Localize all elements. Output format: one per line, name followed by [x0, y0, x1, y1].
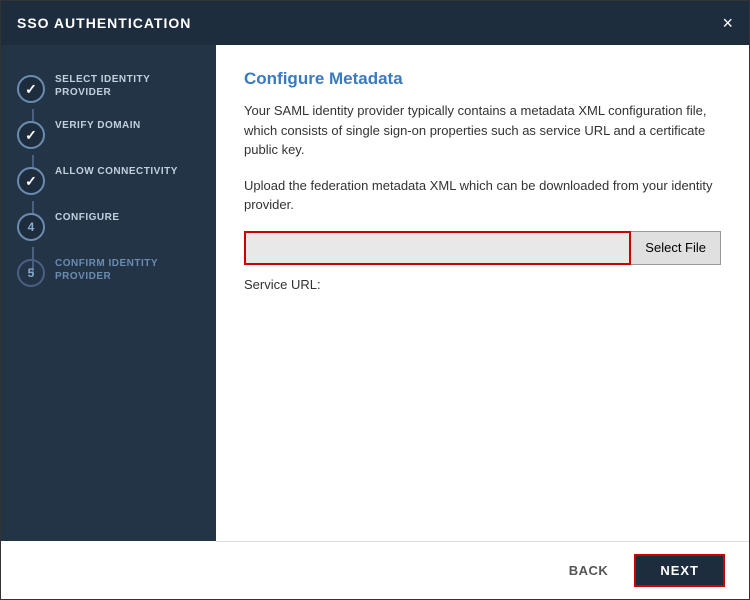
- step-label-4: CONFIGURE: [55, 211, 120, 224]
- step-circle-4: 4: [17, 213, 45, 241]
- checkmark-icon-3: ✓: [25, 173, 37, 190]
- step-label-1: SELECT IDENTITYPROVIDER: [55, 73, 150, 99]
- select-file-button[interactable]: Select File: [631, 231, 721, 265]
- modal-header: SSO AUTHENTICATION ×: [1, 1, 749, 45]
- modal-footer: BACK NEXT: [216, 541, 749, 599]
- modal-title: SSO AUTHENTICATION: [17, 15, 191, 31]
- step-circle-3: ✓: [17, 167, 45, 195]
- step-circle-2: ✓: [17, 121, 45, 149]
- sidebar: ✓ SELECT IDENTITYPROVIDER ✓ VERIFY DOMAI…: [1, 45, 216, 541]
- content-description-2: Upload the federation metadata XML which…: [244, 176, 721, 215]
- close-button[interactable]: ×: [722, 14, 733, 32]
- checkmark-icon-1: ✓: [25, 81, 37, 98]
- step-label-text-4: CONFIGURE: [55, 211, 120, 224]
- step-num-4: 4: [28, 220, 35, 234]
- step-label-2: VERIFY DOMAIN: [55, 119, 141, 132]
- step-label-text-2: VERIFY DOMAIN: [55, 119, 141, 132]
- content-title: Configure Metadata: [244, 69, 721, 89]
- sso-authentication-modal: SSO AUTHENTICATION × ✓ SELECT IDENTITYPR…: [0, 0, 750, 600]
- step-label-text-1: SELECT IDENTITYPROVIDER: [55, 73, 150, 99]
- step-label-text-5: CONFIRM IDENTITYPROVIDER: [55, 257, 158, 283]
- main-content: Configure Metadata Your SAML identity pr…: [216, 45, 749, 541]
- sidebar-item-allow-connectivity: ✓ ALLOW CONNECTIVITY: [1, 157, 216, 203]
- content-description-1: Your SAML identity provider typically co…: [244, 101, 721, 160]
- sidebar-item-verify-domain: ✓ VERIFY DOMAIN: [1, 111, 216, 157]
- service-url-label: Service URL:: [244, 277, 721, 292]
- next-button[interactable]: NEXT: [634, 554, 725, 587]
- back-button[interactable]: BACK: [557, 557, 621, 584]
- step-circle-1: ✓: [17, 75, 45, 103]
- step-circle-5: 5: [17, 259, 45, 287]
- file-upload-row: Select File: [244, 231, 721, 265]
- step-label-5: CONFIRM IDENTITYPROVIDER: [55, 257, 158, 283]
- checkmark-icon-2: ✓: [25, 127, 37, 144]
- modal-body: ✓ SELECT IDENTITYPROVIDER ✓ VERIFY DOMAI…: [1, 45, 749, 541]
- sidebar-item-confirm-identity-provider: 5 CONFIRM IDENTITYPROVIDER: [1, 249, 216, 295]
- sidebar-item-select-identity-provider: ✓ SELECT IDENTITYPROVIDER: [1, 65, 216, 111]
- step-num-5: 5: [28, 266, 35, 280]
- file-path-input[interactable]: [244, 231, 631, 265]
- step-label-3: ALLOW CONNECTIVITY: [55, 165, 178, 178]
- step-label-text-3: ALLOW CONNECTIVITY: [55, 165, 178, 178]
- sidebar-item-configure: 4 CONFIGURE: [1, 203, 216, 249]
